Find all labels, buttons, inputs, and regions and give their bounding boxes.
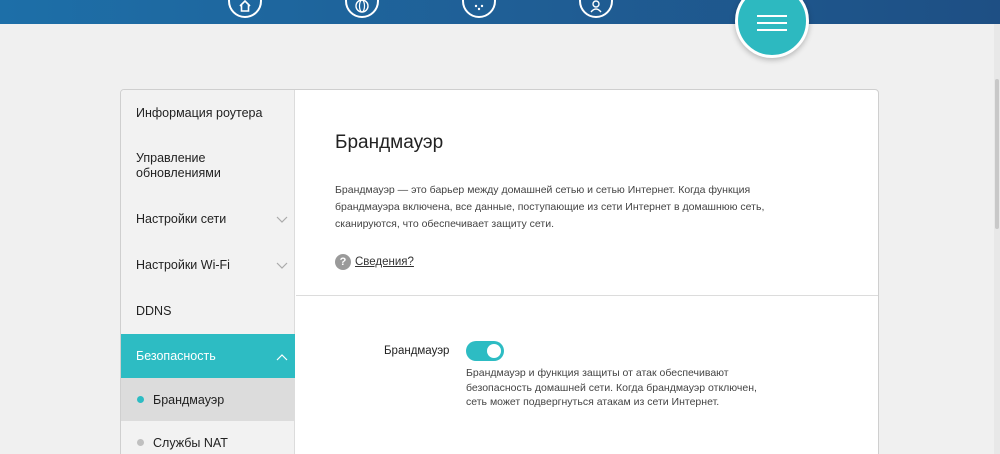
home-icon[interactable] — [228, 0, 262, 18]
settings-panel: Информация роутера Управление обновления… — [120, 89, 879, 454]
sidebar-item-label: Настройки сети — [136, 211, 227, 226]
main-content: Брандмауэр Брандмауэр — это барьер между… — [296, 90, 878, 454]
chevron-down-icon — [276, 216, 288, 223]
sidebar-item-label: Настройки Wi-Fi — [136, 257, 230, 272]
sidebar-item-router-info[interactable]: Информация роутера — [121, 90, 295, 136]
sidebar-item-label: DDNS — [136, 303, 172, 318]
sidebar-subitem-firewall[interactable]: Брандмауэр — [121, 378, 295, 421]
menu-icon[interactable] — [735, 0, 809, 58]
sidebar-item-security[interactable]: Безопасность — [121, 334, 295, 378]
info-link-text[interactable]: Сведения? — [355, 256, 414, 268]
chevron-down-icon — [276, 262, 288, 269]
sidebar-item-wifi-settings[interactable]: Настройки Wi-Fi — [121, 242, 295, 288]
section-divider — [296, 295, 878, 296]
sidebar-item-network-settings[interactable]: Настройки сети — [121, 196, 295, 242]
page-title: Брандмауэр — [335, 132, 444, 153]
active-dot-icon — [137, 396, 144, 403]
info-link[interactable]: ? Сведения? — [335, 254, 414, 270]
scrollbar[interactable] — [994, 24, 1000, 454]
toggle-knob — [487, 344, 501, 358]
sidebar-item-ddns[interactable]: DDNS — [121, 288, 295, 334]
sidebar-item-label: Безопасность — [136, 348, 216, 363]
sidebar-item-label: Управление обновлениями — [136, 151, 221, 180]
firewall-setting-help: Брандмауэр и функция защиты от атак обес… — [466, 367, 757, 408]
chevron-up-icon — [276, 354, 288, 361]
scrollbar-thumb[interactable] — [995, 79, 999, 229]
devices-icon[interactable] — [462, 0, 496, 18]
firewall-toggle[interactable] — [466, 341, 504, 361]
sidebar: Информация роутера Управление обновления… — [121, 90, 295, 454]
user-icon[interactable] — [579, 0, 613, 18]
sidebar-item-label: Информация роутера — [136, 105, 263, 120]
sidebar-subitem-label: Брандмауэр — [153, 392, 225, 407]
firewall-setting-label: Брандмауэр — [384, 345, 450, 357]
inactive-dot-icon — [137, 439, 144, 446]
help-icon: ? — [335, 254, 351, 270]
page-description: Брандмауэр — это барьер между домашней с… — [335, 184, 765, 230]
sidebar-subitem-nat-services[interactable]: Службы NAT — [121, 421, 295, 454]
globe-icon[interactable] — [345, 0, 379, 18]
top-navigation-bar — [0, 0, 1000, 24]
sidebar-item-update-management[interactable]: Управление обновлениями — [121, 136, 295, 196]
sidebar-subitem-label: Службы NAT — [153, 435, 228, 450]
